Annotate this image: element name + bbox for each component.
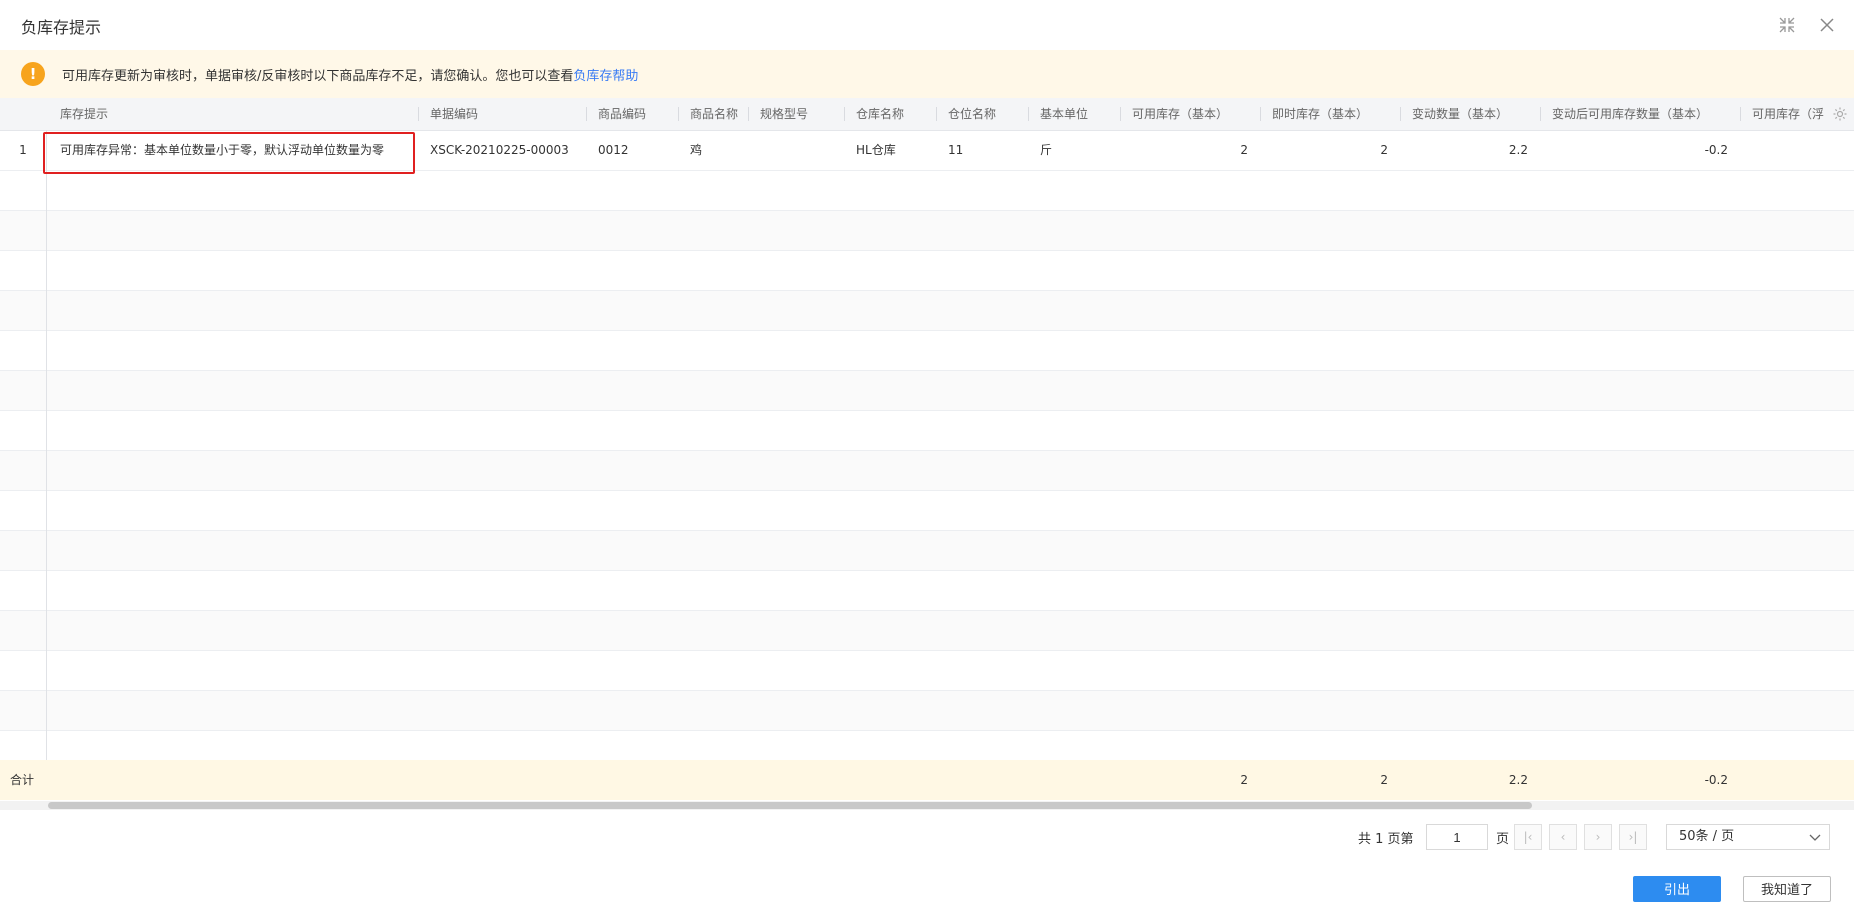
table-header: 库存提示 单据编码 商品编码 商品名称 规格型号 仓库名称 仓位名称 基本单位 … bbox=[0, 98, 1854, 131]
negative-stock-help-link[interactable]: 负库存帮助 bbox=[573, 69, 638, 84]
cell-available: 2 bbox=[1240, 143, 1248, 157]
cell-available-float bbox=[1752, 130, 1832, 170]
cell-instant: 2 bbox=[1380, 143, 1388, 157]
close-icon[interactable] bbox=[1817, 15, 1837, 35]
chevron-left-icon[interactable]: ‹ bbox=[1549, 824, 1577, 850]
cell-location: 11 bbox=[948, 143, 964, 157]
shrink-icon[interactable] bbox=[1777, 15, 1797, 35]
total-row: 合计 2 2 2.2 -0.2 bbox=[0, 760, 1854, 800]
table-row-empty bbox=[0, 530, 1854, 570]
cell-unit: 斤 bbox=[1040, 143, 1053, 157]
cell-item-name: 鸡 bbox=[690, 143, 703, 157]
column-header-spec[interactable]: 规格型号 bbox=[748, 98, 844, 130]
table-row-empty bbox=[0, 610, 1854, 650]
cell-change: 2.2 bbox=[1508, 143, 1528, 157]
first-page-icon[interactable]: |‹ bbox=[1514, 824, 1542, 850]
column-header-tip[interactable]: 库存提示 bbox=[48, 98, 418, 130]
export-button[interactable]: 引出 bbox=[1633, 876, 1721, 902]
cell-doc-code: XSCK-20210225-00003 bbox=[430, 143, 569, 157]
dialog-title: 负库存提示 bbox=[21, 18, 102, 37]
column-header-item-code[interactable]: 商品编码 bbox=[586, 98, 678, 130]
pager-suffix: 页 bbox=[1496, 832, 1510, 847]
stock-table: 库存提示 单据编码 商品编码 商品名称 规格型号 仓库名称 仓位名称 基本单位 … bbox=[0, 98, 1854, 810]
column-header-unit[interactable]: 基本单位 bbox=[1028, 98, 1120, 130]
warning-icon: ! bbox=[21, 62, 45, 86]
table-row-empty bbox=[0, 690, 1854, 730]
warning-text: 可用库存更新为审核时，单据审核/反审核时以下商品库存不足，请您确认。您也可以查看 bbox=[62, 69, 574, 84]
acknowledge-button[interactable]: 我知道了 bbox=[1743, 876, 1831, 902]
table-row-empty bbox=[0, 450, 1854, 490]
total-available: 2 bbox=[1240, 773, 1248, 787]
chevron-down-icon bbox=[1809, 834, 1821, 841]
cell-spec bbox=[760, 130, 844, 170]
column-header-item-name[interactable]: 商品名称 bbox=[678, 98, 748, 130]
column-header-available[interactable]: 可用库存（基本） bbox=[1120, 98, 1260, 130]
total-after: -0.2 bbox=[1704, 773, 1728, 787]
dialog-header: 负库存提示 bbox=[0, 0, 1854, 50]
table-row-empty bbox=[0, 290, 1854, 330]
last-page-icon[interactable]: ›| bbox=[1619, 824, 1647, 850]
page-number-input[interactable] bbox=[1426, 824, 1488, 850]
column-header-after[interactable]: 变动后可用库存数量（基本） bbox=[1540, 98, 1740, 130]
column-header-warehouse[interactable]: 仓库名称 bbox=[844, 98, 936, 130]
cell-tip: 可用库存异常：基本单位数量小于零，默认浮动单位数量为零 bbox=[60, 143, 385, 157]
column-header-available-float[interactable]: 可用库存（浮 bbox=[1740, 98, 1830, 130]
column-header-instant[interactable]: 即时库存（基本） bbox=[1260, 98, 1400, 130]
horizontal-scrollbar-thumb[interactable] bbox=[48, 802, 1532, 809]
column-header-change[interactable]: 变动数量（基本） bbox=[1400, 98, 1540, 130]
page-size-select[interactable]: 50条 / 页 bbox=[1666, 824, 1830, 850]
warning-message: 可用库存更新为审核时，单据审核/反审核时以下商品库存不足，请您确认。您也可以查看… bbox=[62, 65, 638, 84]
chevron-right-icon[interactable]: › bbox=[1584, 824, 1612, 850]
total-change: 2.2 bbox=[1508, 773, 1528, 787]
cell-after: -0.2 bbox=[1704, 143, 1728, 157]
total-label: 合计 bbox=[10, 773, 35, 787]
total-instant: 2 bbox=[1380, 773, 1388, 787]
gear-icon[interactable] bbox=[1832, 106, 1848, 122]
column-header-doc-code[interactable]: 单据编码 bbox=[418, 98, 586, 130]
pagination: 共 1 页第 页 |‹ ‹ › ›| 50条 / 页 bbox=[0, 820, 1854, 854]
table-row-empty bbox=[0, 370, 1854, 410]
column-header-location[interactable]: 仓位名称 bbox=[936, 98, 1028, 130]
pager-prefix: 共 1 页第 bbox=[1358, 832, 1414, 847]
cell-warehouse: HL仓库 bbox=[856, 143, 896, 157]
page-size-value: 50条 / 页 bbox=[1679, 829, 1735, 844]
table-row-empty bbox=[0, 210, 1854, 250]
cell-item-code: 0012 bbox=[598, 143, 629, 157]
warning-banner: ! 可用库存更新为审核时，单据审核/反审核时以下商品库存不足，请您确认。您也可以… bbox=[0, 50, 1854, 98]
row-index: 1 bbox=[19, 143, 27, 157]
